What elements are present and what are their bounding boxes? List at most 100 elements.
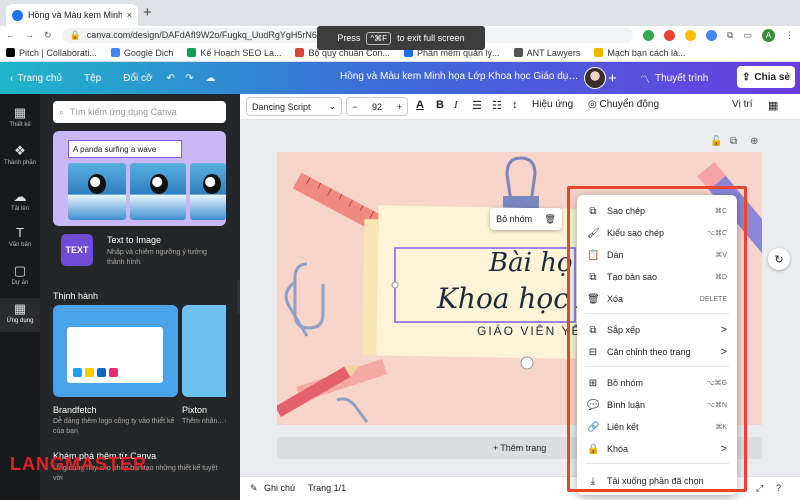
resize-menu[interactable]: Đổi cỡ xyxy=(123,73,152,84)
extensions-puzzle-icon[interactable]: ⧉ xyxy=(727,30,733,41)
sidebar-icon[interactable]: ▭ xyxy=(743,30,752,41)
bookmark-item[interactable]: Mạch bạn cách là... xyxy=(594,48,685,58)
extension-icon[interactable] xyxy=(643,29,655,41)
forward-icon[interactable]: → xyxy=(25,30,34,40)
file-menu[interactable]: Tệp xyxy=(84,73,101,84)
context-menu-item[interactable]: 🖌 Kiểu sao chép ⌥⌘C xyxy=(577,223,737,243)
menu-item-label: Kiểu sao chép xyxy=(607,228,665,238)
pixton-name[interactable]: Pixton xyxy=(182,405,207,415)
ungroup-button[interactable]: Bỏ nhóm xyxy=(496,214,532,224)
rail-icon: ▦ xyxy=(13,301,27,316)
notes-button[interactable]: Ghi chú xyxy=(264,483,295,493)
context-menu-item[interactable]: 💬 Bình luận ⌥⌘N xyxy=(577,395,737,415)
bookmark-label: ANT Lawyers xyxy=(526,47,581,58)
bookmark-item[interactable]: Google Dịch xyxy=(110,48,173,58)
chevron-up-icon[interactable]: ⌃ xyxy=(514,445,521,454)
document-title[interactable]: Hồng và Màu kem Minh họa Lớp Khoa học Gi… xyxy=(340,71,580,82)
menu-item-label: Tạo bản sao xyxy=(607,272,658,282)
pixton-desc: Thêm nhân... cho thiết kế xyxy=(182,418,226,425)
browser-tab[interactable]: Hồng và Màu kem Minh họa Lớ × xyxy=(6,4,138,26)
refresh-suggestions-icon[interactable]: ↻ xyxy=(768,248,790,270)
trash-icon[interactable]: 🗑 xyxy=(544,214,555,225)
analytics-icon: 〽 xyxy=(640,74,650,86)
menu-separator xyxy=(585,463,729,464)
context-menu-item[interactable]: ⤓ Tải xuống phần đã chọn xyxy=(577,471,737,491)
bold-icon[interactable]: B xyxy=(436,99,444,111)
spacing-icon[interactable]: ↕ xyxy=(512,99,518,111)
context-menu-item[interactable]: ⊞ Bỏ nhóm ⌥⌘G xyxy=(577,373,737,393)
fullscreen-icon[interactable]: ⤢ xyxy=(756,483,763,494)
font-size-stepper[interactable]: − 92 + xyxy=(346,97,408,116)
rail-item[interactable]: ▦ Thiết kế xyxy=(0,102,40,136)
menu-item-icon: ⊟ xyxy=(588,346,598,358)
extension-icon[interactable] xyxy=(685,29,697,41)
size-increase-button[interactable]: + xyxy=(397,102,402,112)
pixton-app-card[interactable] xyxy=(182,305,226,397)
context-menu-item[interactable]: ⧉ Sắp xếp > xyxy=(577,320,737,340)
back-icon[interactable]: ← xyxy=(6,30,15,40)
extension-icon[interactable] xyxy=(706,29,718,41)
invite-plus-button[interactable]: + xyxy=(608,70,617,87)
rail-item[interactable]: ▢ Dự án xyxy=(0,260,40,294)
search-input[interactable]: ⌕ Tìm kiếm ứng dụng Canva xyxy=(53,101,226,123)
bookmark-item[interactable]: Pitch | Collaborati... xyxy=(6,48,97,58)
page-indicator[interactable]: Trang 1/1 xyxy=(308,483,346,493)
lock-icon: 🔒 xyxy=(69,29,81,40)
size-decrease-button[interactable]: − xyxy=(352,102,357,112)
rail-item[interactable]: T Văn bản xyxy=(0,222,40,256)
position-button[interactable]: Vị trí xyxy=(732,99,753,110)
bookmark-item[interactable]: Kế Hoạch SEO La... xyxy=(187,48,281,58)
close-tab-icon[interactable]: × xyxy=(127,10,132,20)
cloud-save-icon[interactable]: ☁ xyxy=(205,73,215,84)
panda-image-thumb xyxy=(190,163,226,220)
text-to-image-name[interactable]: Text to Image xyxy=(107,235,161,245)
share-button[interactable]: ⇪ Chia sẻ xyxy=(737,66,795,88)
context-menu-item[interactable]: 🔒 Khóa > xyxy=(577,439,737,459)
italic-icon[interactable]: I xyxy=(454,99,458,111)
transparency-icon[interactable]: ▦ xyxy=(768,99,778,112)
notes-icon[interactable]: ✎ xyxy=(250,483,258,494)
rail-item[interactable]: ▦ Ứng dụng xyxy=(0,298,40,332)
user-avatar[interactable] xyxy=(584,67,606,89)
home-button[interactable]: ‹ Trang chủ xyxy=(10,73,62,84)
effects-button[interactable]: Hiệu ứng xyxy=(532,99,573,110)
redo-icon[interactable]: ↷ xyxy=(185,73,193,84)
brandfetch-app-card[interactable] xyxy=(53,305,178,397)
lock-icon[interactable]: 🔓 xyxy=(710,136,722,147)
menu-item-label: Căn chỉnh theo trang xyxy=(607,347,691,357)
profile-avatar[interactable]: A xyxy=(762,28,775,42)
add-page-icon[interactable]: ⊕ xyxy=(750,136,758,147)
context-menu-item[interactable]: 🗑 Xóa DELETE xyxy=(577,289,737,309)
context-menu-item[interactable]: ⧉ Tạo bản sao ⌘D xyxy=(577,267,737,287)
context-menu-item[interactable]: ⧉ Sao chép ⌘C xyxy=(577,201,737,221)
font-family-select[interactable]: Dancing Script ⌄ xyxy=(246,97,342,116)
help-icon[interactable]: ? xyxy=(776,483,781,493)
extension-icon[interactable] xyxy=(664,29,676,41)
list-icon[interactable]: ☷ xyxy=(492,99,502,112)
home-label: Trang chủ xyxy=(17,72,62,84)
font-size-value[interactable]: 92 xyxy=(372,102,382,112)
animate-button[interactable]: ◎ Chuyển động xyxy=(588,99,659,110)
rail-item[interactable]: ❖ Thành phần xyxy=(0,140,40,174)
canvas-title-line1[interactable]: Bài họ xyxy=(489,248,573,278)
duplicate-page-icon[interactable]: ⧉ xyxy=(730,136,737,147)
twitter-icon xyxy=(73,368,82,377)
ungroup-popover[interactable]: Bỏ nhóm 🗑 xyxy=(490,208,562,230)
brandfetch-name[interactable]: Brandfetch xyxy=(53,405,97,415)
menu-item-icon: 📋 xyxy=(587,249,600,261)
context-menu-item[interactable]: 🔗 Liên kết ⌘K xyxy=(577,417,737,437)
bookmark-item[interactable]: ANT Lawyers xyxy=(513,47,581,58)
undo-icon[interactable]: ↶ xyxy=(167,73,175,84)
present-button[interactable]: 〽 Thuyết trình xyxy=(640,68,708,88)
prompt-input: A panda surfing a wave xyxy=(68,140,182,158)
new-tab-button[interactable]: + xyxy=(143,4,152,21)
rail-item[interactable]: ☁ Tải lên xyxy=(0,186,40,220)
context-menu-item[interactable]: ⊟ Căn chỉnh theo trang > xyxy=(577,342,737,362)
canvas-subtitle[interactable]: GIÁO VIÊN YẾN xyxy=(477,324,592,338)
align-icon[interactable]: ☰ xyxy=(472,99,482,112)
text-color-icon[interactable]: A xyxy=(416,99,424,111)
bookmark-label: Mạch bạn cách là... xyxy=(607,47,686,58)
browser-menu-icon[interactable]: ⋮ xyxy=(785,30,794,41)
context-menu-item[interactable]: 📋 Dán ⌘V xyxy=(577,245,737,265)
reload-icon[interactable]: ↻ xyxy=(44,30,52,41)
